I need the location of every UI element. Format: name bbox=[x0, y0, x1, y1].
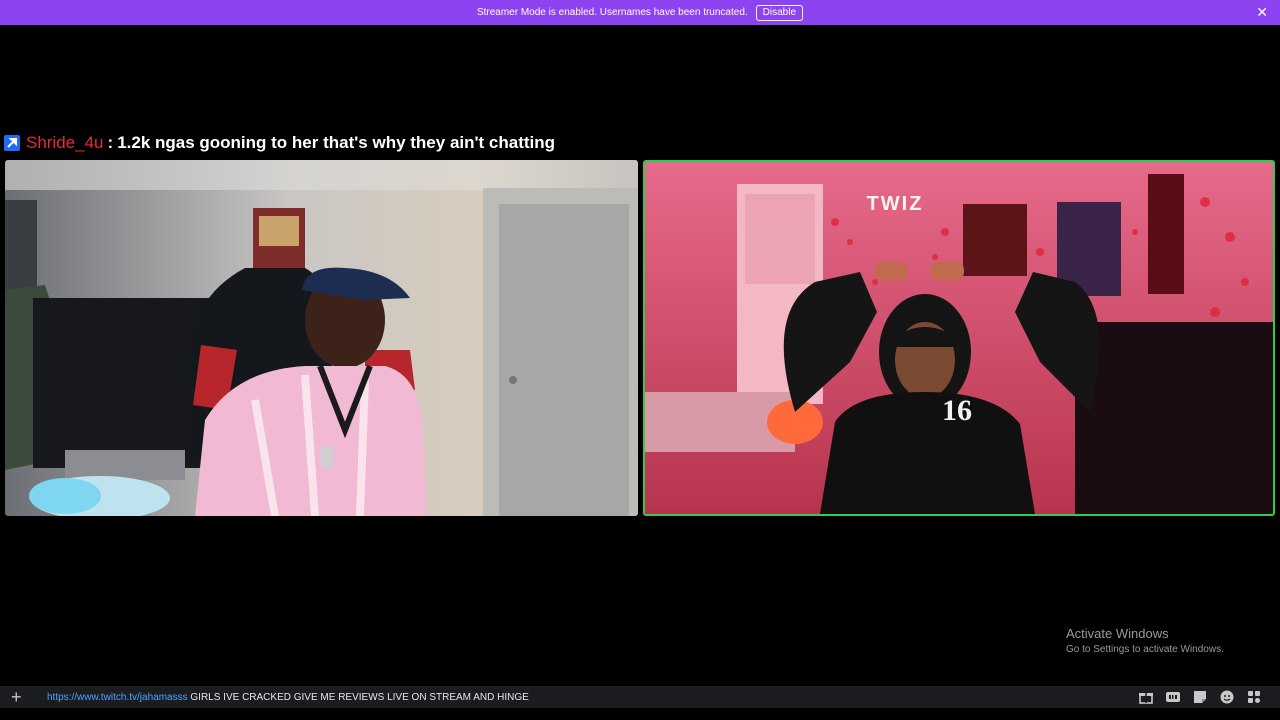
message-text: GIRLS IVE CRACKED GIVE ME REVIEWS LIVE O… bbox=[187, 691, 529, 703]
room-sign-text: TWIZ bbox=[867, 193, 924, 215]
camera-feed-streamer-2: TWIZ 16 bbox=[645, 162, 1273, 514]
watermark-subtitle: Go to Settings to activate Windows. bbox=[1066, 644, 1224, 655]
chat-separator: : bbox=[107, 133, 114, 152]
sticker-icon[interactable] bbox=[1192, 689, 1208, 705]
emoji-icon[interactable] bbox=[1219, 689, 1235, 705]
streamer-mode-banner: Streamer Mode is enabled. Usernames have… bbox=[0, 0, 1280, 25]
pick-icon bbox=[4, 135, 20, 151]
windows-activation-watermark: Activate Windows Go to Settings to activ… bbox=[1066, 626, 1224, 657]
close-icon[interactable]: ✕ bbox=[1256, 4, 1268, 20]
chat-input-bar[interactable]: + https://www.twitch.tv/jahamasss GIRLS … bbox=[0, 686, 1280, 708]
camera-feed-streamer-1 bbox=[5, 160, 638, 516]
apps-icon[interactable] bbox=[1246, 689, 1262, 705]
hoodie-number: 16 bbox=[942, 394, 972, 427]
chat-overlay-message: Shride_4u : 1.2k ngas gooning to her tha… bbox=[4, 132, 555, 154]
streamer-mode-message: Streamer Mode is enabled. Usernames have… bbox=[476, 7, 748, 18]
chat-username: Shride_4u bbox=[26, 133, 104, 152]
video-tile-left[interactable] bbox=[5, 160, 638, 516]
watermark-title: Activate Windows bbox=[1066, 626, 1169, 641]
gift-icon[interactable] bbox=[1138, 689, 1154, 705]
message-input[interactable]: https://www.twitch.tv/jahamasss GIRLS IV… bbox=[47, 692, 529, 703]
message-link[interactable]: https://www.twitch.tv/jahamasss bbox=[47, 692, 188, 703]
plus-icon[interactable]: + bbox=[11, 688, 37, 706]
gif-icon[interactable] bbox=[1165, 689, 1181, 705]
disable-button[interactable]: Disable bbox=[755, 4, 804, 21]
chat-message-text: 1.2k ngas gooning to her that's why they… bbox=[117, 133, 556, 152]
input-toolbar bbox=[1138, 689, 1262, 705]
video-tile-right-speaking[interactable]: TWIZ 16 bbox=[643, 160, 1275, 516]
